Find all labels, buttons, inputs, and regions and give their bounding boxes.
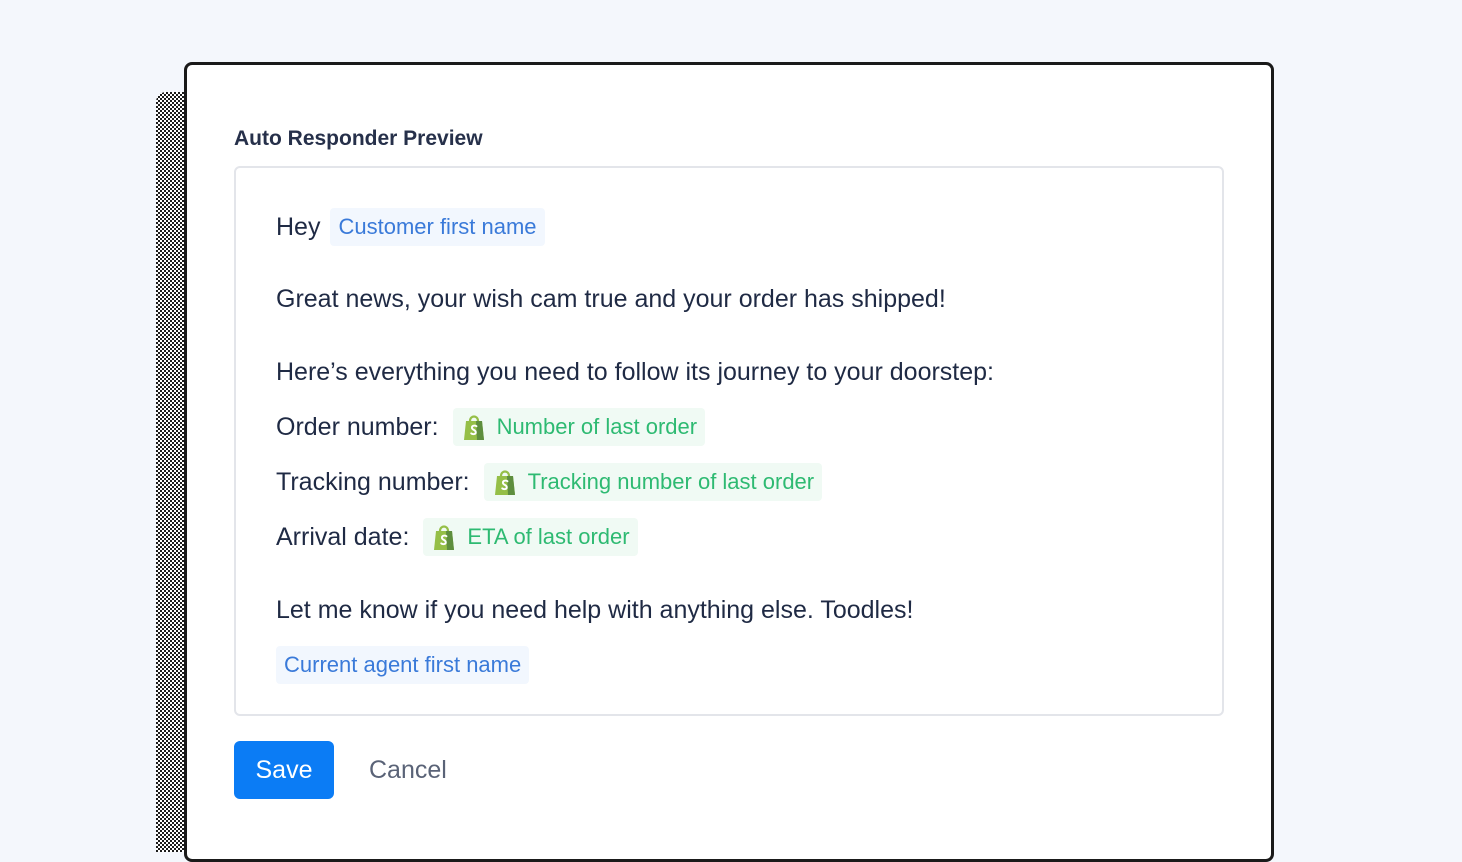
closing-text: Let me know if you need help with anythi… (276, 596, 914, 624)
current-agent-first-name-variable[interactable]: Current agent first name (276, 646, 530, 684)
customer-first-name-variable[interactable]: Customer first name (330, 208, 545, 246)
shipped-line: Great news, your wish cam true and your … (276, 285, 946, 314)
cancel-button[interactable]: Cancel (357, 741, 459, 799)
customer-first-name-label: Customer first name (338, 214, 537, 239)
follow-line: Here’s everything you need to follow its… (276, 358, 994, 387)
auto-responder-card: Auto Responder Preview Hey Customer firs… (184, 62, 1274, 862)
arrival-date-variable-label: ETA of last order (467, 524, 630, 549)
preview-box: Hey Customer first name Great news, your… (234, 166, 1224, 716)
tracking-number-line: Tracking number: Tracking number of last… (276, 463, 823, 501)
follow-text: Here’s everything you need to follow its… (276, 358, 994, 386)
tracking-number-label: Tracking number: (276, 467, 470, 496)
order-number-variable[interactable]: Number of last order (452, 408, 706, 446)
shopify-bag-icon (494, 470, 515, 495)
arrival-date-label: Arrival date: (276, 522, 410, 551)
save-button[interactable]: Save (234, 741, 334, 799)
shopify-bag-icon (463, 415, 484, 440)
greeting-text: Hey (276, 212, 321, 241)
arrival-date-variable[interactable]: ETA of last order (423, 518, 638, 556)
shipped-text: Great news, your wish cam true and your … (276, 285, 946, 313)
order-number-label: Order number: (276, 412, 439, 441)
closing-line: Let me know if you need help with anythi… (276, 596, 913, 625)
greeting-line: Hey Customer first name (276, 208, 545, 246)
current-agent-first-name-label: Current agent first name (284, 652, 522, 677)
order-number-line: Order number: Number of last order (276, 408, 706, 446)
section-title: Auto Responder Preview (234, 127, 483, 150)
tracking-number-variable-label: Tracking number of last order (527, 469, 815, 494)
shopify-bag-icon (434, 525, 455, 550)
order-number-variable-label: Number of last order (496, 414, 698, 439)
arrival-date-line: Arrival date: ETA of last order (276, 518, 638, 556)
tracking-number-variable[interactable]: Tracking number of last order (483, 463, 823, 501)
signature-line: Current agent first name (276, 646, 530, 684)
